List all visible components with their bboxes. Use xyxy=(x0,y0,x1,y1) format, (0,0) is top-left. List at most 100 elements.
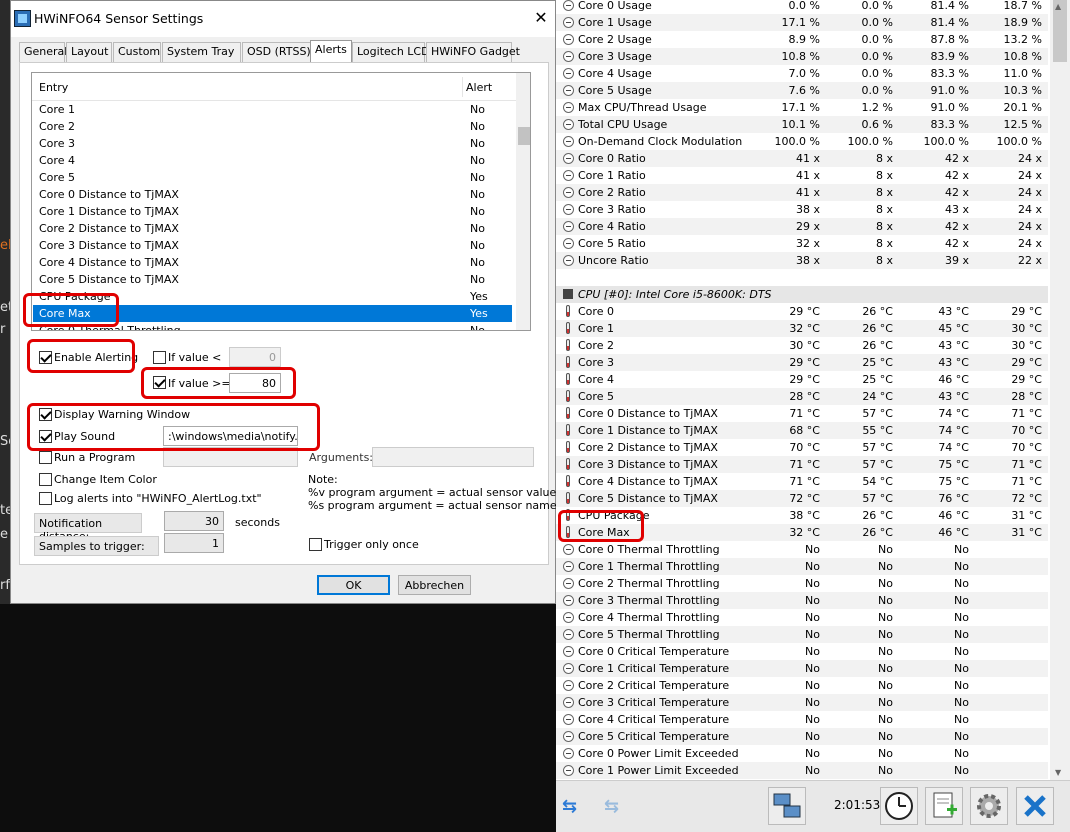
sensor-row[interactable]: Core 4 Usage 7.0 % 0.0 % 83.3 % 11.0 % xyxy=(556,65,1048,82)
clock-icon[interactable] xyxy=(880,787,918,825)
close-icon[interactable]: ✕ xyxy=(533,8,549,27)
sensor-maximum: 91.0 % xyxy=(930,84,969,97)
settings-gear-icon[interactable] xyxy=(970,787,1008,825)
sensor-row[interactable]: Core 5 Ratio 32 x 8 x 42 x 24 x xyxy=(556,235,1048,252)
sensor-row[interactable]: Core 2 30 °C 26 °C 43 °C 30 °C xyxy=(556,337,1048,354)
sensor-row[interactable]: Core 1 32 °C 26 °C 45 °C 30 °C xyxy=(556,320,1048,337)
list-item[interactable]: Core 2 Distance to TjMAX No xyxy=(33,220,512,237)
sensor-row[interactable]: Core 3 Ratio 38 x 8 x 43 x 24 x xyxy=(556,201,1048,218)
sensor-row[interactable]: Core 3 Thermal Throttling No No No xyxy=(556,592,1048,609)
if-value-lt-input[interactable]: 0 xyxy=(229,347,281,367)
sensor-row[interactable]: Core 0 Thermal Throttling No No No xyxy=(556,541,1048,558)
sensor-row[interactable]: Core 4 Thermal Throttling No No No xyxy=(556,609,1048,626)
tab-general[interactable]: General xyxy=(19,42,67,62)
sensor-row[interactable]: Core 5 Distance to TjMAX 72 °C 57 °C 76 °C 7… xyxy=(556,490,1048,507)
nav-left-right-icon[interactable]: ⇆ xyxy=(562,796,577,817)
sensor-row[interactable]: Core 3 Usage 10.8 % 0.0 % 83.9 % 10.8 % xyxy=(556,48,1048,65)
sensor-row[interactable]: Core 3 Critical Temperature No No No xyxy=(556,694,1048,711)
notification-distance-input[interactable]: 30 xyxy=(164,511,224,531)
sensor-row[interactable]: Core 4 Critical Temperature No No No xyxy=(556,711,1048,728)
sensor-row[interactable]: Core 3 Distance to TjMAX 71 °C 57 °C 75 °C 7… xyxy=(556,456,1048,473)
arguments-input[interactable] xyxy=(372,447,534,467)
list-item[interactable]: Core 2 No xyxy=(33,118,512,135)
close-x-icon[interactable] xyxy=(1016,787,1054,825)
list-item[interactable]: Core 4 No xyxy=(33,152,512,169)
if-value-lt-checkbox[interactable] xyxy=(153,351,166,364)
sensor-row[interactable]: Core 5 Thermal Throttling No No No xyxy=(556,626,1048,643)
tab-custom[interactable]: Custom xyxy=(113,42,161,62)
sensor-row[interactable]: Core 2 Critical Temperature No No No xyxy=(556,677,1048,694)
scroll-down-icon[interactable]: ▼ xyxy=(1055,768,1061,777)
column-alert[interactable]: Alert xyxy=(466,81,492,94)
sensor-row[interactable]: Core 1 Distance to TjMAX 68 °C 55 °C 74 °C 7… xyxy=(556,422,1048,439)
sensor-row[interactable]: Core 5 Usage 7.6 % 0.0 % 91.0 % 10.3 % xyxy=(556,82,1048,99)
list-item[interactable]: Core 3 No xyxy=(33,135,512,152)
sensor-row[interactable]: Uncore Ratio 38 x 8 x 39 x 22 x xyxy=(556,252,1048,269)
column-divider xyxy=(462,77,463,97)
tab-system-tray[interactable]: System Tray xyxy=(162,42,241,62)
sensor-row[interactable]: Core 2 Distance to TjMAX 70 °C 57 °C 74 °C 7… xyxy=(556,439,1048,456)
scroll-up-icon[interactable]: ▲ xyxy=(1055,2,1061,11)
log-alerts-checkbox[interactable] xyxy=(39,492,52,505)
sensor-average: 29 °C xyxy=(1011,373,1042,386)
samples-to-trigger-input[interactable]: 1 xyxy=(164,533,224,553)
sensor-row[interactable]: Core 4 Ratio 29 x 8 x 42 x 24 x xyxy=(556,218,1048,235)
tab-layout[interactable]: Layout xyxy=(66,42,112,62)
network-icon[interactable] xyxy=(768,787,806,825)
sensor-row[interactable]: Core 0 Distance to TjMAX 71 °C 57 °C 74 °C 7… xyxy=(556,405,1048,422)
list-item[interactable]: Core 1 No xyxy=(33,101,512,118)
sensor-row[interactable]: On-Demand Clock Modulation 100.0 % 100.0 %… xyxy=(556,133,1048,150)
column-entry[interactable]: Entry xyxy=(39,81,68,94)
sensor-row[interactable]: Core 0 Power Limit Exceeded No No No xyxy=(556,745,1048,762)
cancel-button[interactable]: Abbrechen xyxy=(398,575,471,595)
sensor-row[interactable]: Core 0 Ratio 41 x 8 x 42 x 24 x xyxy=(556,150,1048,167)
list-item[interactable]: Core 0 Distance to TjMAX No xyxy=(33,186,512,203)
sensor-row[interactable]: Core 1 Power Limit Exceeded No No No xyxy=(556,762,1048,779)
trigger-only-once-checkbox[interactable] xyxy=(309,538,322,551)
change-item-color-checkbox[interactable] xyxy=(39,473,52,486)
list-item[interactable]: Core 1 Distance to TjMAX No xyxy=(33,203,512,220)
tab-hwinfo-gadget[interactable]: HWiNFO Gadget xyxy=(426,42,520,62)
sensor-row[interactable]: Max CPU/Thread Usage 17.1 % 1.2 % 91.0 % 20.… xyxy=(556,99,1048,116)
sensor-minimum: 8 x xyxy=(875,203,893,216)
sensor-row[interactable]: Core 5 28 °C 24 °C 43 °C 28 °C xyxy=(556,388,1048,405)
title-bar[interactable]: HWiNFO64 Sensor Settings ✕ xyxy=(11,1,555,37)
list-item[interactable]: Core 4 Distance to TjMAX No xyxy=(33,254,512,271)
sensor-average: 24 x xyxy=(1017,203,1042,216)
sensor-row[interactable]: Core 2 Usage 8.9 % 0.0 % 87.8 % 13.2 % xyxy=(556,31,1048,48)
run-program-checkbox[interactable] xyxy=(39,451,52,464)
sensor-group-header[interactable]: CPU [#0]: Intel Core i5-8600K: DTS xyxy=(556,286,1048,303)
sensor-row[interactable]: Total CPU Usage 10.1 % 0.6 % 83.3 % 12.5 % xyxy=(556,116,1048,133)
sensor-maximum: 81.4 % xyxy=(930,16,969,29)
tab-osd-rtss[interactable]: OSD (RTSS) xyxy=(242,42,311,62)
nav-dim-icon[interactable]: ⇆ xyxy=(604,796,619,817)
sensor-minimum: 0.0 % xyxy=(861,84,893,97)
list-item[interactable]: Core 5 Distance to TjMAX No xyxy=(33,271,512,288)
sensor-icon xyxy=(563,595,574,606)
highlight-core-max-sensor xyxy=(558,510,644,542)
sensor-current: 41 x xyxy=(795,169,820,182)
sensor-scrollbar[interactable]: ▲ ▼ xyxy=(1050,0,1070,780)
sensor-row[interactable]: Core 4 29 °C 25 °C 46 °C 29 °C xyxy=(556,371,1048,388)
list-item[interactable]: Core 5 No xyxy=(33,169,512,186)
list-scrollbar[interactable] xyxy=(516,73,530,330)
sensor-row[interactable]: Core 0 Critical Temperature No No No xyxy=(556,643,1048,660)
tab-logitech-lcd[interactable]: Logitech LCD xyxy=(352,42,430,62)
tab-alerts[interactable]: Alerts xyxy=(310,40,352,63)
sensor-row[interactable]: Core 3 29 °C 25 °C 43 °C 29 °C xyxy=(556,354,1048,371)
list-item[interactable]: Core 3 Distance to TjMAX No xyxy=(33,237,512,254)
sensor-row[interactable]: Core 2 Thermal Throttling No No No xyxy=(556,575,1048,592)
sensor-row[interactable]: Core 1 Critical Temperature No No No xyxy=(556,660,1048,677)
sensor-row[interactable]: Core 5 Critical Temperature No No No xyxy=(556,728,1048,745)
sensor-row[interactable]: Core 1 Thermal Throttling No No No xyxy=(556,558,1048,575)
list-scroll-thumb[interactable] xyxy=(518,127,530,145)
sensor-row[interactable]: Core 1 Ratio 41 x 8 x 42 x 24 x xyxy=(556,167,1048,184)
ok-button[interactable]: OK xyxy=(317,575,390,595)
sensor-row[interactable]: Core 0 Usage 0.0 % 0.0 % 81.4 % 18.7 % xyxy=(556,0,1048,14)
sensor-row[interactable]: Core 2 Ratio 41 x 8 x 42 x 24 x xyxy=(556,184,1048,201)
sensor-current: 28 °C xyxy=(789,390,820,403)
sensor-row[interactable]: Core 0 29 °C 26 °C 43 °C 29 °C xyxy=(556,303,1048,320)
sensor-row[interactable]: Core 1 Usage 17.1 % 0.0 % 81.4 % 18.9 % xyxy=(556,14,1048,31)
sensor-row[interactable]: Core 4 Distance to TjMAX 71 °C 54 °C 75 °C 7… xyxy=(556,473,1048,490)
add-report-icon[interactable] xyxy=(925,787,963,825)
